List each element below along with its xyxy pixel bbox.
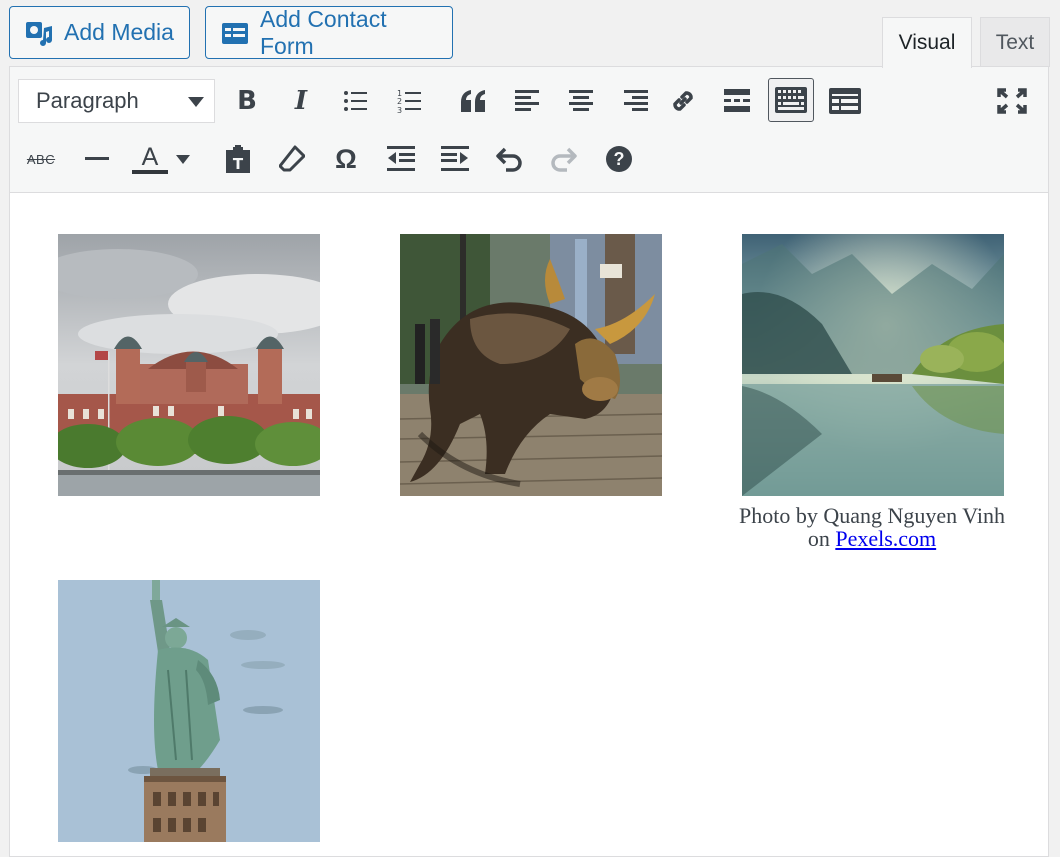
keyboard-icon [775, 87, 807, 113]
bulleted-list-button[interactable] [332, 79, 378, 123]
strikethrough-button[interactable]: ABC [18, 137, 64, 181]
editor-toolbar: Paragraph B I 1 2 3 ABC A T Ω ? [10, 67, 1048, 193]
svg-text:2: 2 [397, 97, 402, 106]
align-left-icon [515, 90, 539, 111]
add-contact-form-label: Add Contact Form [260, 5, 387, 59]
outdent-icon [387, 146, 415, 171]
align-center-button[interactable] [558, 79, 604, 123]
image-statue-of-liberty[interactable] [58, 580, 320, 842]
italic-icon: I [294, 86, 308, 116]
horizontal-line-icon [85, 157, 109, 160]
horizontal-line-button[interactable] [74, 137, 120, 181]
format-select[interactable]: Paragraph [18, 79, 215, 123]
blockquote-button[interactable] [450, 79, 496, 123]
undo-button[interactable] [486, 137, 532, 181]
align-right-button[interactable] [613, 79, 659, 123]
omega-icon: Ω [335, 143, 357, 174]
toolbar-toggle-button[interactable] [768, 78, 814, 122]
tab-text[interactable]: Text [980, 17, 1050, 67]
strikethrough-icon: ABC [26, 151, 56, 167]
fullscreen-button[interactable] [989, 79, 1035, 123]
indent-icon [441, 146, 469, 171]
help-icon: ? [606, 146, 632, 172]
tab-visual[interactable]: Visual [882, 17, 972, 68]
fullscreen-icon [997, 88, 1027, 114]
editor: Paragraph B I 1 2 3 ABC A T Ω ? Photo by… [9, 66, 1049, 857]
image-charging-bull[interactable] [400, 234, 662, 496]
image-lake-landscape[interactable] [742, 234, 1004, 496]
help-glyph: ? [613, 148, 625, 169]
align-left-button[interactable] [504, 79, 550, 123]
bold-icon: B [237, 86, 257, 116]
increase-indent-button[interactable] [432, 137, 478, 181]
clipboard-icon: T [226, 145, 250, 173]
align-center-icon [569, 90, 593, 111]
special-character-button[interactable]: Ω [323, 137, 369, 181]
quote-icon [461, 90, 485, 112]
svg-text:T: T [233, 155, 244, 173]
text-color-swatch [132, 169, 168, 174]
keyboard-shortcuts-button[interactable]: ? [596, 137, 642, 181]
add-media-label: Add Media [64, 19, 174, 45]
pexels-link[interactable]: Pexels.com [835, 526, 936, 551]
clear-formatting-button[interactable] [269, 137, 315, 181]
paste-as-text-button[interactable]: T [215, 137, 261, 181]
insert-link-button[interactable] [660, 79, 706, 123]
numbered-list-button[interactable]: 1 2 3 [386, 79, 432, 123]
decrease-indent-button[interactable] [378, 137, 424, 181]
align-right-icon [624, 90, 648, 111]
italic-button[interactable]: I [278, 79, 324, 123]
link-icon [673, 91, 693, 111]
text-color-glyph: A [141, 142, 159, 171]
bulleted-list-icon [344, 91, 367, 111]
redo-button[interactable] [541, 137, 587, 181]
add-media-button[interactable]: Add Media [9, 6, 190, 59]
undo-icon [496, 147, 522, 172]
image-ellis-island[interactable] [58, 234, 320, 496]
caption-on: on [807, 526, 830, 551]
editor-top-bar: Add Media Add Contact Form Visual Text [0, 0, 1060, 68]
svg-text:3: 3 [397, 106, 402, 114]
bold-button[interactable]: B [224, 79, 270, 123]
add-contact-form-button[interactable]: Add Contact Form [205, 6, 453, 59]
image-caption: Photo by Quang Nguyen Vinh on Pexels.com [702, 504, 1042, 550]
text-color-button[interactable]: A [128, 137, 194, 181]
caption-line2: on Pexels.com [702, 527, 1042, 550]
format-select-value: Paragraph [36, 88, 139, 113]
form-icon [220, 18, 250, 48]
read-more-icon [724, 89, 750, 112]
text-color-icon: A [132, 142, 168, 174]
numbered-list-icon: 1 2 3 [397, 89, 421, 114]
form-icon [829, 88, 861, 114]
chevron-down-icon [188, 97, 204, 107]
redo-icon [551, 147, 577, 172]
eraser-icon [279, 145, 305, 172]
caption-line1: Photo by Quang Nguyen Vinh [739, 503, 1005, 528]
contact-form-toolbar-button[interactable] [822, 79, 868, 123]
media-icon [24, 18, 54, 48]
read-more-button[interactable] [714, 79, 760, 123]
editor-content[interactable]: Photo by Quang Nguyen Vinh on Pexels.com [10, 194, 1048, 856]
chevron-down-icon[interactable] [176, 154, 190, 164]
